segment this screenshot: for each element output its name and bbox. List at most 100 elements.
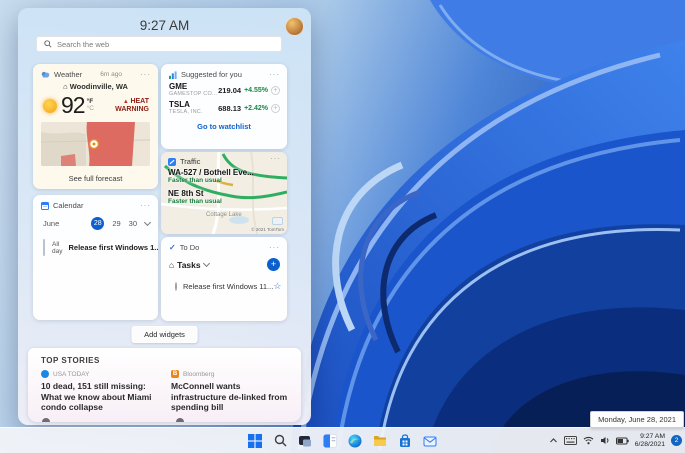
event-duration-bracket [43,239,45,256]
wifi-icon[interactable] [583,432,594,450]
calendar-day[interactable]: 29 [112,219,120,228]
volume-icon[interactable] [600,432,610,450]
widgets-button[interactable] [321,431,340,450]
map-label: Cottage Lake [206,212,242,218]
calendar-day[interactable]: 30 [129,219,137,228]
news-source: USA TODAY [53,370,90,378]
todo-list-selector[interactable]: ⌂ Tasks [169,259,210,270]
heat-warning-badge: ▲ HEAT WARNING [115,97,149,113]
traffic-widget[interactable]: Traffic WA-527 / Bothell Eve... Faster t… [161,152,287,234]
show-hidden-icons-chevron[interactable] [549,432,558,450]
traffic-icon [168,157,176,166]
chevron-down-icon [202,259,210,268]
news-story[interactable]: USA TODAY 10 dead, 151 still missing: Wh… [41,370,158,413]
date-tooltip: Monday, June 28, 2021 [590,411,684,428]
stocks-more-icon[interactable]: ··· [269,70,280,78]
calendar-widget[interactable]: Calendar ··· June 28 29 30 All day Relea… [33,195,158,320]
avatar[interactable] [285,17,304,36]
calendar-title: Calendar [53,201,84,210]
todo-more-icon[interactable]: ··· [269,243,280,251]
weather-temperature: 92 [61,92,86,118]
news-headline[interactable]: 10 dead, 151 still missing: What we know… [41,381,158,413]
stocks-chart-icon [169,70,177,79]
stock-name: GAMESTOP CO... [169,91,218,97]
bloomberg-logo-icon: B [171,370,179,378]
weather-updated: 6m ago [100,71,122,78]
stocks-title: Suggested for you [181,70,242,79]
unit-celsius[interactable]: °C [87,105,94,112]
stock-price: 219.04 [218,85,242,95]
cropped-story-logo [42,418,50,422]
unit-fahrenheit[interactable]: °F [87,98,94,105]
add-to-watchlist-icon[interactable]: + [271,103,280,113]
mail-button[interactable] [421,431,440,450]
weather-alert-map [41,122,150,166]
calendar-icon [41,201,49,210]
touch-keyboard-icon[interactable] [563,432,577,450]
home-icon: ⌂ [63,82,70,91]
web-search-bar[interactable] [36,36,282,52]
search-icon [44,40,52,48]
traffic-route[interactable]: NE 8th St [168,189,280,198]
news-feed: TOP STORIES USA TODAY 10 dead, 151 still… [28,348,301,422]
top-stories-heading: TOP STORIES [41,356,100,365]
todo-title: To Do [179,243,200,252]
widgets-panel: 9:27 AM Weather 6m ago ··· ⌂ Woodinville… [18,8,311,425]
stocks-widget[interactable]: Suggested for you ··· GME GAMESTOP CO...… [161,64,287,149]
traffic-more-icon[interactable]: ··· [270,155,281,163]
notification-badge[interactable]: 2 [671,435,682,446]
edge-browser-button[interactable] [346,431,365,450]
cropped-story-logo [176,418,184,422]
traffic-status: Faster than usual [168,177,222,184]
calendar-more-icon[interactable]: ··· [140,201,151,209]
search-button[interactable] [271,431,290,450]
news-story[interactable]: B Bloomberg McConnell wants infrastructu… [171,370,288,413]
microsoft-store-button[interactable] [396,431,415,450]
calendar-day-selected[interactable]: 28 [91,217,105,230]
add-widgets-button[interactable]: Add widgets [131,326,198,343]
add-to-watchlist-icon[interactable]: + [271,85,280,95]
start-button[interactable] [246,431,265,450]
event-time: All day [52,240,63,255]
map-expand-icon[interactable] [272,217,283,225]
map-attribution: © 2021 TomTom [251,227,284,232]
news-source: Bloomberg [183,370,215,378]
task-item[interactable]: Release first Windows 11... ☆ [175,281,281,292]
go-to-watchlist-link[interactable]: Go to watchlist [161,122,287,131]
stock-row[interactable]: TSLA TESLA, INC. 688.13 +2.42% + [161,97,287,115]
stock-symbol: TSLA [169,100,190,109]
task-checkbox[interactable] [175,282,177,291]
task-title: Release first Windows 11... [183,282,274,291]
stock-row[interactable]: GME GAMESTOP CO... 219.04 +4.55% + [161,79,287,97]
home-icon: ⌂ [169,259,175,270]
task-view-button[interactable] [296,431,315,450]
add-task-button[interactable]: + [267,258,280,271]
calendar-month: June [43,219,60,228]
traffic-route[interactable]: WA-527 / Bothell Eve... [168,168,280,177]
sun-icon [43,98,57,113]
taskbar: 9:27 AM 6/28/2021 2 [0,427,685,453]
usa-today-logo-icon [41,370,49,378]
news-headline[interactable]: McConnell wants infrastructure de-linked… [171,381,288,413]
chevron-down-icon[interactable] [143,218,152,227]
calendar-event[interactable]: All day Release first Windows 1... [43,239,158,256]
weather-title: Weather [54,70,83,79]
weather-location: Woodinville, WA [69,82,128,91]
desktop: 9:27 AM Weather 6m ago ··· ⌂ Woodinville… [0,0,685,453]
weather-widget[interactable]: Weather 6m ago ··· ⌂ Woodinville, WA 92 … [33,64,158,189]
tray-clock[interactable]: 9:27 AM 6/28/2021 [635,433,665,449]
todo-widget[interactable]: ✓ To Do ··· ⌂ Tasks + Release first Wind… [161,237,287,321]
star-icon[interactable]: ☆ [273,281,281,292]
traffic-title: Traffic [180,157,201,166]
see-full-forecast-link[interactable]: See full forecast [33,168,158,189]
stock-price: 688.13 [218,103,242,113]
panel-clock: 9:27 AM [139,18,190,33]
stock-name: TESLA, INC. [169,109,203,115]
traffic-status: Faster than usual [168,198,222,205]
file-explorer-button[interactable] [371,431,390,450]
search-input[interactable] [57,39,274,49]
weather-icon [41,71,50,78]
battery-icon[interactable] [615,432,629,450]
stock-change: +4.55% [244,86,268,94]
weather-more-icon[interactable]: ··· [140,70,151,78]
